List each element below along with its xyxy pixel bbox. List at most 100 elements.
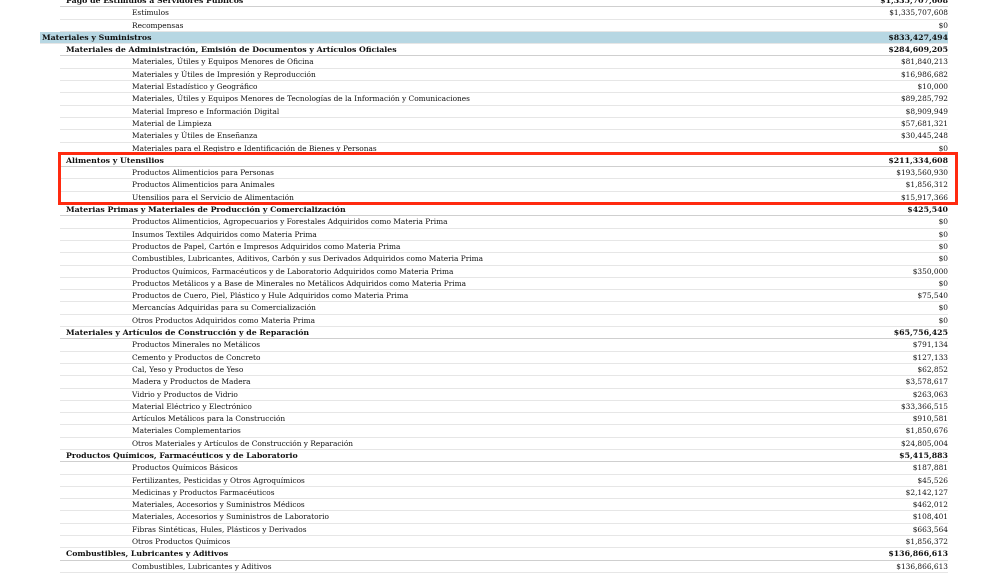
subcategory-row: Materiales de Administración, Emisión de…	[60, 44, 948, 57]
row-amount: $108,401	[912, 512, 948, 522]
row-label: Cemento y Productos de Concreto	[132, 352, 261, 362]
line-item-row: Combustibles, Lubricantes y Aditivos $136…	[60, 561, 948, 573]
row-label: Productos Alimenticios para Personas	[132, 168, 274, 178]
row-amount: $65,756,425	[893, 328, 948, 338]
row-label: Productos Alimenticios, Agropecuarios y …	[132, 217, 448, 227]
row-amount: $0	[938, 20, 948, 30]
row-amount: $425,540	[907, 205, 948, 215]
subcategory-row: Combustibles, Lubricantes y Aditivos $136…	[60, 548, 948, 561]
row-amount: $15,917,366	[900, 192, 948, 202]
row-label: Materias Primas y Materiales de Producci…	[66, 205, 346, 215]
row-label: Material Eléctrico y Electrónico	[132, 401, 252, 411]
row-label: Materiales, Accesorios y Suministros Méd…	[132, 500, 305, 510]
line-item-row: Productos Químicos, Farmacéuticos y de L…	[60, 266, 948, 278]
row-amount: $3,578,617	[905, 377, 948, 387]
row-label: Materiales para el Registro e Identifica…	[132, 143, 377, 153]
row-amount: $1,850,676	[905, 426, 948, 436]
row-label: Productos Alimenticios para Animales	[132, 180, 275, 190]
row-amount: $127,133	[912, 352, 948, 362]
row-label: Combustibles, Lubricantes, Aditivos, Car…	[132, 254, 484, 264]
row-amount: $1,335,707,608	[889, 8, 948, 18]
row-amount: $0	[938, 241, 948, 251]
row-label: Cal, Yeso y Productos de Yeso	[132, 364, 244, 374]
row-label: Estímulos	[132, 8, 169, 18]
row-label: Materiales, Útiles y Equipos Menores de …	[132, 94, 470, 104]
row-amount: $30,445,248	[900, 131, 948, 141]
row-amount: $462,012	[912, 500, 948, 510]
subcategory-row: Productos Químicos, Farmacéuticos y de L…	[60, 450, 948, 463]
row-label: Materiales y Artículos de Construcción y…	[66, 328, 310, 338]
row-amount: $0	[938, 315, 948, 325]
row-amount: $16,986,682	[900, 69, 948, 79]
subcategory-row: Alimentos y Utensilios $211,334,608	[60, 155, 948, 168]
row-label: Otros Materiales y Artículos de Construc…	[132, 438, 354, 448]
line-item-row: Material Estadístico y Geográfico $10,000	[60, 81, 948, 94]
line-item-row: Material Impreso e Información Digital $8…	[60, 106, 948, 118]
line-item-row: Vidrio y Productos de Vidrio $263,063	[60, 389, 948, 401]
row-label: Material de Limpieza	[132, 118, 212, 128]
line-item-row: Madera y Productos de Madera $3,578,617	[60, 376, 948, 389]
row-label: Productos Químicos, Farmacéuticos y de L…	[132, 266, 454, 276]
line-item-row: Productos Alimenticios para Animales $1,8…	[60, 179, 948, 192]
row-label: Utensilios para el Servicio de Alimentac…	[132, 192, 294, 202]
row-label: Productos Químicos Básicos	[132, 463, 238, 473]
row-label: Combustibles, Lubricantes y Aditivos	[132, 561, 272, 571]
line-item-row: Materiales y Útiles de Enseñanza $30,445,…	[60, 130, 948, 143]
row-label: Material Impreso e Información Digital	[132, 106, 280, 116]
row-label: Materiales y Útiles de Impresión y Repro…	[132, 69, 316, 79]
line-item-row: Recompensas $0	[60, 20, 948, 32]
row-amount: $0	[938, 303, 948, 313]
row-label: Materiales de Administración, Emisión de…	[66, 45, 397, 55]
row-label: Materiales, Accesorios y Suministros de …	[132, 512, 329, 522]
line-item-row: Productos Químicos Básicos $187,881	[60, 462, 948, 475]
row-label: Alimentos y Utensilios	[66, 155, 164, 165]
row-label: Materiales, Útiles y Equipos Menores de …	[132, 57, 314, 67]
row-amount: $8,909,949	[905, 106, 948, 116]
row-label: Productos de Papel, Cartón e Impresos Ad…	[132, 241, 401, 251]
row-amount: $211,334,608	[888, 155, 948, 165]
row-amount: $57,681,321	[900, 118, 948, 128]
row-label: Material Estadístico y Geográfico	[132, 82, 258, 92]
line-item-row: Otros Productos Adquiridos como Materia …	[60, 315, 948, 328]
line-item-row: Combustibles, Lubricantes, Aditivos, Car…	[60, 253, 948, 266]
row-label: Insumos Textiles Adquiridos como Materia…	[132, 229, 317, 239]
row-amount: $187,881	[912, 463, 948, 473]
row-amount: $663,564	[912, 524, 948, 534]
line-item-row: Utensilios para el Servicio de Alimentac…	[60, 192, 948, 205]
line-item-row: Materiales para el Registro e Identifica…	[60, 143, 948, 155]
row-amount: $81,840,213	[900, 57, 948, 67]
row-amount: $136,866,613	[888, 549, 948, 559]
line-item-row: Materiales Complementarios $1,850,676	[60, 425, 948, 438]
line-item-row: Mercancías Adquiridas para su Comerciali…	[60, 302, 948, 315]
line-item-row: Materiales, Útiles y Equipos Menores de …	[60, 56, 948, 69]
row-amount: $2,142,127	[905, 487, 948, 497]
line-item-row: Fibras Sintéticas, Hules, Plásticos y De…	[60, 524, 948, 537]
row-amount: $136,866,613	[896, 561, 948, 571]
row-label: Vidrio y Productos de Vidrio	[132, 389, 238, 399]
row-amount: $10,000	[917, 82, 948, 92]
row-label: Otros Productos Adquiridos como Materia …	[132, 315, 316, 325]
row-amount: $0	[938, 143, 948, 153]
line-item-row: Otros Productos Químicos $1,856,372	[60, 536, 948, 549]
row-label: Fibras Sintéticas, Hules, Plásticos y De…	[132, 524, 307, 534]
line-item-row: Estímulos $1,335,707,608	[60, 7, 948, 20]
line-item-row: Artículos Metálicos para la Construcción…	[60, 413, 948, 426]
line-item-row: Medicinas y Productos Farmacéuticos $2,14…	[60, 487, 948, 500]
subcategory-row: Materiales y Artículos de Construcción y…	[60, 327, 948, 340]
line-item-row: Productos Metálicos y a Base de Minerale…	[60, 278, 948, 291]
row-label: Madera y Productos de Madera	[132, 377, 251, 387]
row-label: Productos Minerales no Metálicos	[132, 340, 261, 350]
line-item-row: Materiales, Útiles y Equipos Menores de …	[60, 93, 948, 106]
row-label: Materiales y Suministros	[42, 32, 152, 42]
row-label: Materiales y Útiles de Enseñanza	[132, 131, 258, 141]
row-amount: $350,000	[912, 266, 948, 276]
budget-table: Pago de Estímulos a Servidores Públicos $…	[0, 0, 988, 573]
row-label: Pago de Estímulos a Servidores Públicos	[66, 0, 244, 5]
row-amount: $0	[938, 229, 948, 239]
row-amount: $1,856,312	[905, 180, 948, 190]
line-item-row: Material Eléctrico y Electrónico $33,366,…	[60, 401, 948, 414]
row-amount: $1,856,372	[905, 537, 948, 547]
subcategory-row: Materias Primas y Materiales de Producci…	[60, 204, 948, 217]
line-item-row: Productos de Papel, Cartón e Impresos Ad…	[60, 241, 948, 254]
row-label: Combustibles, Lubricantes y Aditivos	[66, 549, 229, 559]
